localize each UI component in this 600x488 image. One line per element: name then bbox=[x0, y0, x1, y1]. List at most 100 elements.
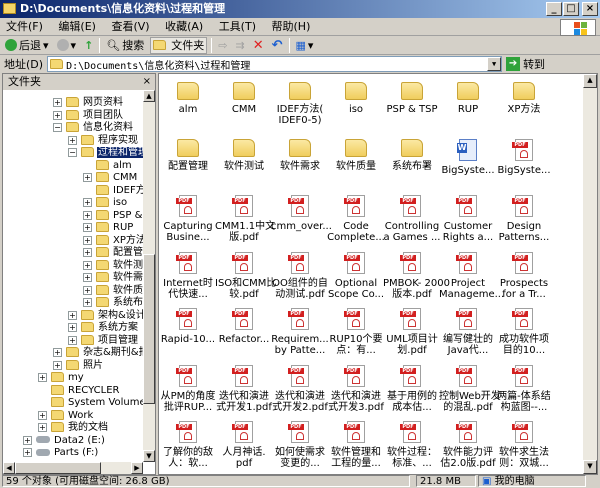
file-item[interactable]: PDF Optional Scope Co... bbox=[327, 251, 385, 300]
expand-icon[interactable]: + bbox=[53, 110, 62, 120]
folders-button[interactable]: 文件夹 bbox=[150, 36, 208, 54]
tree-item[interactable]: + 软件质量 bbox=[3, 284, 143, 297]
file-item[interactable]: PDF 软件能力评 估2.0版.pdf bbox=[439, 421, 497, 469]
expand-icon[interactable]: + bbox=[68, 335, 77, 345]
expand-icon[interactable]: + bbox=[83, 210, 92, 220]
menu-tools[interactable]: 工具(T) bbox=[213, 18, 262, 36]
menu-favorites[interactable]: 收藏(A) bbox=[159, 18, 209, 36]
close-pane-button[interactable]: × bbox=[143, 74, 151, 90]
expand-icon[interactable]: + bbox=[83, 285, 92, 295]
file-item[interactable]: PDF RUP10个要 点：有... bbox=[327, 308, 385, 356]
file-item[interactable]: PDF OO组件的自 动测试.pdf bbox=[271, 251, 329, 300]
tree-item[interactable]: − 过程和管理 bbox=[3, 147, 143, 159]
file-item[interactable]: PDF Customer Rights a... bbox=[439, 195, 497, 243]
file-item[interactable]: alm bbox=[159, 82, 217, 115]
file-item[interactable]: PDF Internet时 代快速... bbox=[159, 251, 217, 300]
file-item[interactable]: PDF ISO和CMM比 较.pdf bbox=[215, 251, 276, 300]
maximize-button[interactable]: □ bbox=[563, 2, 579, 16]
undo-icon[interactable]: ↶ bbox=[270, 37, 285, 54]
file-item[interactable]: PDF 迭代和演进 式开发1.pdf bbox=[215, 364, 273, 413]
collapse-icon[interactable]: − bbox=[53, 123, 62, 132]
expand-icon[interactable]: + bbox=[83, 223, 92, 232]
file-item[interactable]: PDF 了解你的敌 人：软... bbox=[159, 421, 217, 469]
expand-icon[interactable]: + bbox=[83, 298, 92, 307]
tree-item[interactable]: + iso bbox=[3, 197, 143, 209]
up-button[interactable]: ↑ bbox=[82, 37, 95, 54]
tree-item[interactable]: − 信息化资料 bbox=[3, 122, 143, 134]
tree-item[interactable]: + 我的文档 bbox=[3, 422, 143, 434]
tree-item[interactable]: + 软件需求 bbox=[3, 272, 143, 284]
expand-icon[interactable]: + bbox=[38, 423, 47, 432]
file-item[interactable]: 软件质量 bbox=[327, 138, 385, 172]
file-item[interactable]: PDF 基于用例的 成本估... bbox=[383, 364, 441, 413]
expand-icon[interactable]: + bbox=[68, 135, 77, 145]
tree-item[interactable]: + 架构&设计 bbox=[3, 309, 143, 322]
scroll-up-button[interactable]: ▲ bbox=[143, 90, 155, 102]
expand-icon[interactable]: + bbox=[23, 435, 32, 445]
expand-icon[interactable]: + bbox=[38, 373, 47, 382]
file-item[interactable]: PDF BigSyste... bbox=[495, 138, 553, 176]
file-item[interactable]: PDF Project Manageme... bbox=[439, 251, 504, 300]
scroll-down-button[interactable]: ▼ bbox=[583, 460, 597, 474]
tree-item[interactable]: + RUP bbox=[3, 222, 143, 234]
expand-icon[interactable]: + bbox=[68, 323, 77, 332]
scroll-down-button[interactable]: ▼ bbox=[143, 450, 155, 462]
scroll-thumb[interactable] bbox=[143, 254, 155, 404]
file-item[interactable]: PDF 两篇-体系结 构蓝图--... bbox=[495, 364, 553, 413]
expand-icon[interactable]: + bbox=[38, 410, 47, 420]
tree-item[interactable]: + Work bbox=[3, 409, 143, 422]
menu-help[interactable]: 帮助(H) bbox=[266, 18, 317, 36]
file-item[interactable]: PSP & TSP bbox=[383, 82, 441, 115]
tree-item[interactable]: System Volume Info bbox=[3, 397, 143, 409]
menu-file[interactable]: 文件(F) bbox=[0, 18, 49, 36]
expand-icon[interactable]: + bbox=[68, 310, 77, 320]
file-item[interactable]: PDF Requirem... by Patte... bbox=[271, 308, 329, 356]
file-item[interactable]: PDF Rapid-10... bbox=[159, 308, 217, 345]
collapse-icon[interactable]: − bbox=[68, 148, 77, 157]
file-item[interactable]: PDF 成功软件项 目的10... bbox=[495, 308, 553, 356]
expand-icon[interactable]: + bbox=[53, 98, 62, 107]
file-item[interactable]: CMM bbox=[215, 82, 273, 115]
scroll-right-button[interactable]: ▶ bbox=[131, 462, 143, 474]
tree-item[interactable]: + XP方法 bbox=[3, 234, 143, 247]
copy-to-button[interactable]: ⇉ bbox=[233, 37, 246, 54]
tree-item[interactable]: + 照片 bbox=[3, 359, 143, 372]
file-item[interactable]: PDF 人月神话. pdf bbox=[215, 421, 273, 469]
file-item[interactable]: IDEF方法(IDEF0-5) bbox=[271, 82, 329, 126]
file-item[interactable]: PDF Design Patterns... bbox=[495, 195, 553, 243]
move-to-button[interactable]: ⇨ bbox=[216, 37, 229, 54]
tree-item[interactable]: + 系统布署 bbox=[3, 297, 143, 309]
file-item[interactable]: PDF cmm_over... bbox=[271, 195, 332, 232]
tree-horizontal-scrollbar[interactable]: ◀ ▶ bbox=[3, 462, 143, 474]
tree-item[interactable]: + 项目团队 bbox=[3, 109, 143, 122]
file-item[interactable]: PDF 软件管理和 工程的量... bbox=[327, 421, 385, 469]
go-button[interactable]: ➔ 转到 bbox=[506, 56, 545, 72]
expand-icon[interactable]: + bbox=[53, 360, 62, 370]
expand-icon[interactable]: + bbox=[83, 198, 92, 207]
file-item[interactable]: 配置管理 bbox=[159, 138, 217, 172]
file-item[interactable]: PDF UML项目计 划.pdf bbox=[383, 308, 441, 356]
expand-icon[interactable]: + bbox=[83, 235, 92, 245]
file-item[interactable]: 软件测试 bbox=[215, 138, 273, 172]
file-item[interactable]: PDF 软件求生法 则：双城... bbox=[495, 421, 553, 469]
tree-item[interactable]: IDEF方法 bbox=[3, 184, 143, 197]
tree-item[interactable]: + 系统方案 bbox=[3, 322, 143, 334]
file-item[interactable]: RUP bbox=[439, 82, 497, 115]
tree-item[interactable]: + Data2 (E:) bbox=[3, 435, 143, 447]
back-button[interactable]: 后退 ▾ bbox=[3, 37, 51, 54]
file-item[interactable]: PDF 迭代和演进 式开发2.pdf bbox=[271, 364, 329, 413]
file-item[interactable]: PDF 控制Web开发 的混乱.pdf bbox=[439, 364, 501, 413]
file-item[interactable]: PDF Controlling a Games ... bbox=[383, 195, 441, 243]
file-item[interactable]: 系统布署 bbox=[383, 138, 441, 172]
file-item[interactable]: iso bbox=[327, 82, 385, 115]
file-item[interactable]: PDF CMM1.1中文 版.pdf bbox=[215, 195, 275, 243]
tree-item[interactable]: + 网页资料 bbox=[3, 97, 143, 109]
file-item[interactable]: PDF Capturing Busine... bbox=[159, 195, 217, 243]
file-item[interactable]: PDF 如何使需求 变更的... bbox=[271, 421, 329, 469]
file-item[interactable]: PDF Code Complete... bbox=[327, 195, 385, 243]
expand-icon[interactable]: + bbox=[83, 248, 92, 257]
menu-view[interactable]: 查看(V) bbox=[105, 18, 155, 36]
tree-item[interactable]: + my bbox=[3, 372, 143, 384]
tree-vertical-scrollbar[interactable]: ▲ ▼ bbox=[143, 90, 155, 462]
tree-item[interactable]: + PSP & TS bbox=[3, 209, 143, 222]
